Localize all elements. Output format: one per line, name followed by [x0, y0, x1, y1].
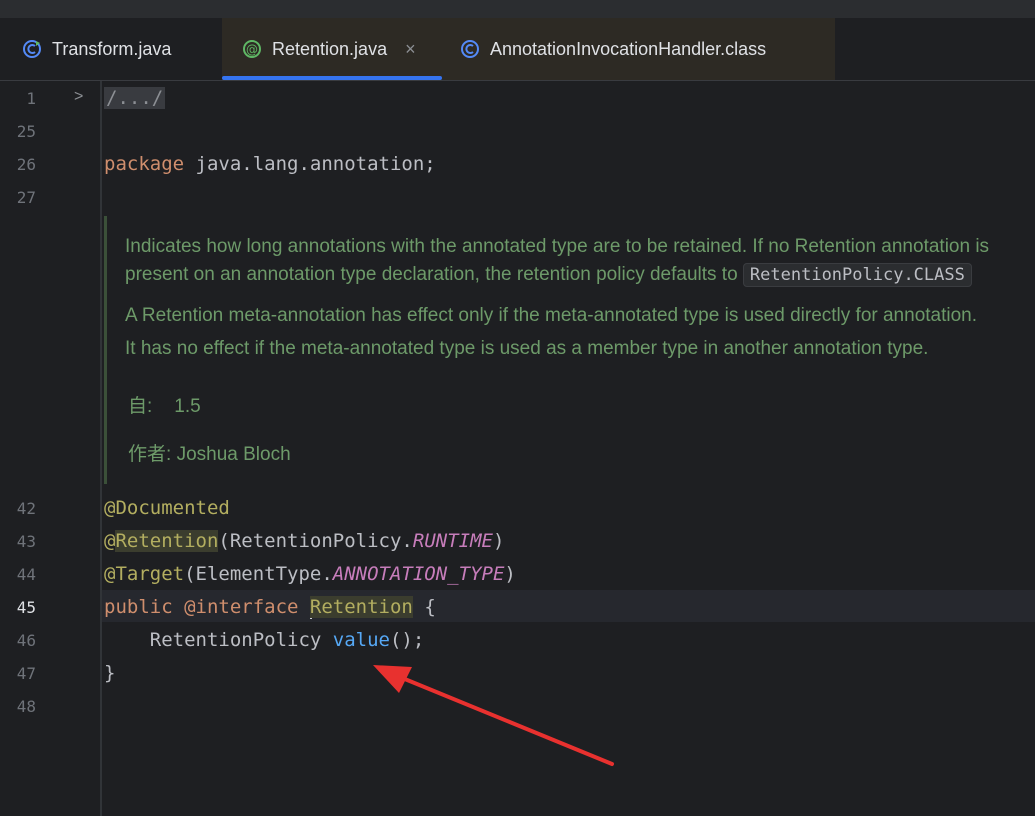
red-arrow-annotation — [373, 665, 614, 766]
